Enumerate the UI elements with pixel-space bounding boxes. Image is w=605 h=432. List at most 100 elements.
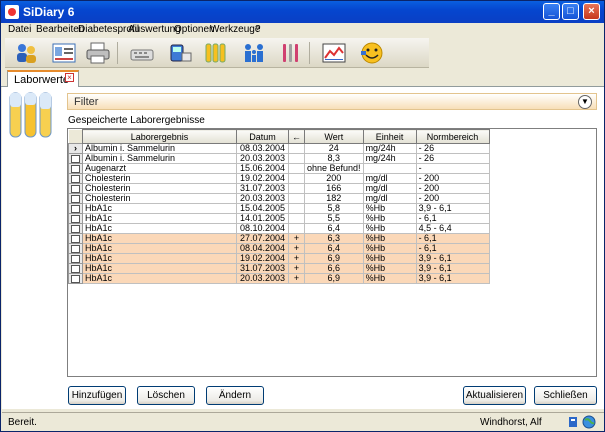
checkbox-icon[interactable] xyxy=(71,174,80,183)
device-icon[interactable] xyxy=(167,41,193,65)
checkbox-icon[interactable] xyxy=(71,244,80,253)
row-checkbox[interactable] xyxy=(68,253,83,264)
row-checkbox[interactable] xyxy=(68,213,83,224)
checkbox-icon[interactable] xyxy=(71,264,80,273)
cell-normbereich: - 6,1 xyxy=(416,243,490,254)
smiley-icon[interactable] xyxy=(359,41,385,65)
menu-optionen[interactable]: Optionen xyxy=(174,24,215,35)
table-row[interactable]: HbA1c 08.10.2004 6,4 %Hb 4,5 - 6,4 xyxy=(68,223,490,234)
row-checkbox[interactable] xyxy=(68,243,83,254)
table-row[interactable]: Cholesterin 31.07.2003 166 mg/dl - 200 xyxy=(68,183,490,194)
row-checkbox[interactable] xyxy=(68,183,83,194)
table-row[interactable]: Cholesterin 20.03.2003 182 mg/dl - 200 xyxy=(68,193,490,204)
column-header-normbereich[interactable]: Normbereich xyxy=(415,129,490,144)
column-header-flag[interactable]: ← xyxy=(288,129,305,144)
menu-bar: Datei Bearbeiten Diabetesprofil Auswertu… xyxy=(1,23,604,37)
cell-laborergebnis: HbA1c xyxy=(82,253,237,264)
cell-wert: 5,8 xyxy=(304,203,364,214)
table-row[interactable]: HbA1c 15.04.2005 5,8 %Hb 3,9 - 6,1 xyxy=(68,203,490,214)
column-header-datum[interactable]: Datum xyxy=(236,129,289,144)
checkbox-icon[interactable] xyxy=(71,164,80,173)
cell-laborergebnis: HbA1c xyxy=(82,243,237,254)
cell-flag xyxy=(288,203,305,214)
chart-icon[interactable] xyxy=(321,41,347,65)
row-checkbox[interactable] xyxy=(68,203,83,214)
row-checkbox[interactable] xyxy=(68,223,83,234)
menu-werkzeuge[interactable]: Werkzeuge xyxy=(210,24,260,35)
cell-datum: 31.07.2003 xyxy=(236,183,289,194)
column-header-laborergebnis[interactable]: Laborergebnis xyxy=(82,129,237,144)
refresh-button[interactable]: Aktualisieren xyxy=(463,386,526,405)
checkbox-icon[interactable] xyxy=(71,154,80,163)
help-icon[interactable] xyxy=(568,416,578,428)
delete-button[interactable]: Löschen xyxy=(137,386,195,405)
globe-icon[interactable] xyxy=(582,415,596,429)
checkbox-icon[interactable] xyxy=(71,224,80,233)
checkbox-icon[interactable] xyxy=(71,234,80,243)
edit-button[interactable]: Ändern xyxy=(206,386,264,405)
row-checkbox[interactable] xyxy=(68,173,83,184)
cell-normbereich: 3,9 - 6,1 xyxy=(416,273,490,284)
table-row[interactable]: HbA1c 31.07.2003 +6,6 %Hb 3,9 - 6,1 xyxy=(68,263,490,274)
family-icon[interactable] xyxy=(241,41,267,65)
app-window: SiDiary 6 _ □ × Datei Bearbeiten Diabete… xyxy=(0,0,605,432)
current-row-indicator[interactable]: › xyxy=(68,143,83,154)
cutlery-icon[interactable] xyxy=(277,41,303,65)
close-tab-icon[interactable]: × xyxy=(65,73,74,82)
cell-normbereich: 3,9 - 6,1 xyxy=(416,253,490,264)
checkbox-icon[interactable] xyxy=(71,274,80,283)
maximize-button[interactable]: □ xyxy=(562,3,579,20)
row-checkbox[interactable] xyxy=(68,263,83,274)
title-bar[interactable]: SiDiary 6 _ □ × xyxy=(1,1,604,23)
close-window-button[interactable]: × xyxy=(583,3,600,20)
table-row[interactable]: Albumin i. Sammelurin 20.03.2003 8,3 mg/24h… xyxy=(68,153,490,164)
checkbox-icon[interactable] xyxy=(71,204,80,213)
printer-icon[interactable] xyxy=(85,41,111,65)
table-row[interactable]: HbA1c 14.01.2005 5,5 %Hb - 6,1 xyxy=(68,213,490,224)
menu-help[interactable]: ? xyxy=(255,24,261,35)
close-button[interactable]: Schließen xyxy=(534,386,597,405)
row-checkbox[interactable] xyxy=(68,163,83,174)
checkbox-icon[interactable] xyxy=(71,214,80,223)
column-header-einheit[interactable]: Einheit xyxy=(362,129,417,144)
add-button[interactable]: Hinzufügen xyxy=(68,386,126,405)
cell-normbereich: 3,9 - 6,1 xyxy=(416,203,490,214)
table-row[interactable]: Augenarzt 15.06.2004 ohne Befund! - xyxy=(68,163,490,174)
test-tubes-icon[interactable] xyxy=(203,41,229,65)
cell-datum: 20.03.2003 xyxy=(236,273,289,284)
filter-panel-header[interactable]: Filter ▼ xyxy=(67,93,597,110)
column-header-wert[interactable]: Wert xyxy=(304,129,364,144)
cell-flag: + xyxy=(288,243,305,254)
menu-datei[interactable]: Datei xyxy=(8,24,31,35)
chevron-down-icon[interactable]: ▼ xyxy=(578,95,592,109)
table-row[interactable]: HbA1c 27.07.2004 +6,3 %Hb - 6,1 xyxy=(68,233,490,244)
row-checkbox[interactable] xyxy=(68,153,83,164)
checkbox-icon[interactable] xyxy=(71,184,80,193)
table-row[interactable]: HbA1c 19.02.2004 +6,9 %Hb 3,9 - 6,1 xyxy=(68,253,490,264)
table-row[interactable]: HbA1c 08.04.2004 +6,4 %Hb - 6,1 xyxy=(68,243,490,254)
minimize-button[interactable]: _ xyxy=(543,3,560,20)
table-row[interactable]: › Albumin i. Sammelurin 08.03.2004 24 mg/24h… xyxy=(68,143,490,154)
id-card-icon[interactable] xyxy=(51,41,77,65)
cell-datum: 14.01.2005 xyxy=(236,213,289,224)
app-icon xyxy=(5,5,19,19)
keyboard-icon[interactable] xyxy=(129,41,155,65)
toolbar xyxy=(5,38,429,68)
table-row[interactable]: HbA1c 20.03.2003 +6,9 %Hb 3,9 - 6,1 xyxy=(68,273,490,284)
cell-wert: ohne Befund! xyxy=(304,163,364,174)
row-checkbox[interactable] xyxy=(68,193,83,204)
row-checkbox[interactable] xyxy=(68,233,83,244)
cell-laborergebnis: Cholesterin xyxy=(82,183,237,194)
cell-wert: 5,5 xyxy=(304,213,364,224)
cell-einheit xyxy=(363,163,417,174)
menu-auswertung[interactable]: Auswertung xyxy=(128,24,181,35)
cell-datum: 20.03.2003 xyxy=(236,193,289,204)
table-row[interactable]: Cholesterin 19.02.2004 200 mg/dl - 200 xyxy=(68,173,490,184)
checkbox-icon[interactable] xyxy=(71,194,80,203)
cell-laborergebnis: Albumin i. Sammelurin xyxy=(82,153,237,164)
row-checkbox[interactable] xyxy=(68,273,83,284)
people-icon[interactable] xyxy=(13,41,39,65)
checkbox-icon[interactable] xyxy=(71,254,80,263)
cell-wert: 6,4 xyxy=(304,243,364,254)
lab-results-grid: Laborergebnis Datum ← Wert Einheit Normb… xyxy=(67,128,597,377)
